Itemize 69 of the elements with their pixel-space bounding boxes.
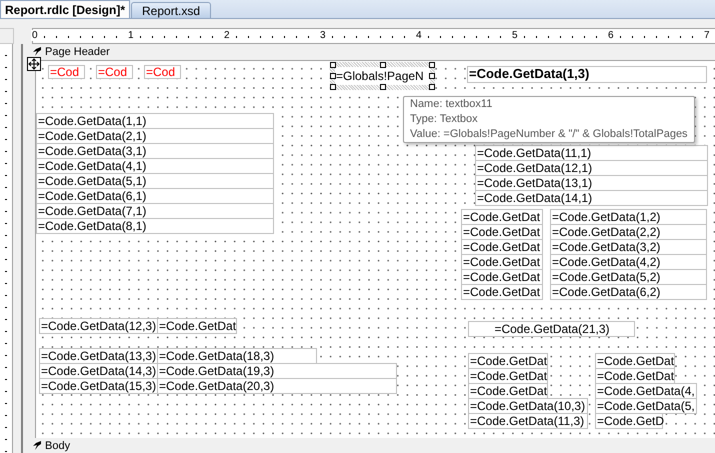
textbox[interactable]: =Cod <box>48 65 85 79</box>
textbox[interactable]: =Code.GetData(4, <box>595 383 697 399</box>
textbox[interactable]: =Code.GetDat <box>595 368 675 384</box>
textbox[interactable]: =Code.GetData(7,1) <box>36 203 274 219</box>
ruler-mark: 5 <box>511 30 519 41</box>
ruler-mark: 7 <box>703 30 711 41</box>
textbox[interactable]: =Code.GetData(3,2) <box>550 239 707 255</box>
textbox[interactable]: =Code.GetData(14,3) <box>39 363 158 379</box>
ruler-mark: 4 <box>415 30 423 41</box>
ruler-mark: 6 <box>607 30 615 41</box>
textbox[interactable]: =Code.GetData(10,3) <box>468 398 588 414</box>
ruler-mark: 2 <box>223 30 231 41</box>
textbox[interactable]: =Code.GetData(11,3) <box>468 413 588 429</box>
textbox[interactable]: =Code.GetDat <box>595 353 675 369</box>
textbox[interactable]: =Code.GetData(3,1) <box>36 143 274 159</box>
tooltip-line: Type: Textbox <box>410 112 479 127</box>
textbox[interactable]: =Cod <box>96 65 133 79</box>
section-label: Page Header <box>45 46 110 58</box>
move-handle-icon[interactable] <box>27 57 41 71</box>
textbox[interactable]: =Code.GetDat <box>461 224 543 240</box>
section-arrow-icon <box>33 47 42 56</box>
resize-handle[interactable] <box>380 62 386 68</box>
textbox[interactable]: =Code.GetData(5,1) <box>36 173 274 189</box>
textbox[interactable]: =Code.GetData(4,2) <box>550 254 707 270</box>
document-tab[interactable]: Report.xsd <box>131 2 212 18</box>
textbox[interactable]: =Code.GetData(1,2) <box>550 209 707 225</box>
textbox[interactable]: =Code.GetDat <box>461 284 543 300</box>
textbox[interactable]: =Code.GetData(1,3) <box>467 66 707 83</box>
textbox[interactable]: =Code.GetData(15,3) <box>39 378 158 394</box>
ruler-mark: 0 <box>31 30 39 41</box>
section-arrow-icon <box>33 441 42 450</box>
textbox[interactable]: =Code.GetDat <box>461 269 543 285</box>
section-label: Body <box>45 440 70 452</box>
textbox[interactable]: =Code.GetData(6,2) <box>550 284 707 300</box>
textbox[interactable]: =Code.GetData(1,1) <box>36 113 274 129</box>
textbox[interactable]: =Cod <box>144 65 181 79</box>
textbox[interactable]: =Code.GetData(6,1) <box>36 188 274 204</box>
ruler-mark: 3 <box>319 30 327 41</box>
textbox[interactable]: =Code.GetData(5,2) <box>550 269 707 285</box>
textbox[interactable]: =Code.GetDat <box>461 209 543 225</box>
textbox[interactable]: =Code.GetData(4,1) <box>36 158 274 174</box>
textbox[interactable]: =Code.GetData(8,1) <box>36 218 274 234</box>
textbox[interactable]: =Code.GetDat <box>157 318 237 334</box>
textbox[interactable]: =Code.GetDat <box>461 254 543 270</box>
tooltip-line: Value: =Globals!PageNumber & "/" & Globals!TotalPages <box>410 127 688 142</box>
ruler-mark: 1 <box>127 30 135 41</box>
textbox[interactable]: =Code.GetData(12,3) <box>39 318 158 334</box>
textbox[interactable]: =Code.GetData(12,1) <box>475 160 708 176</box>
textbox[interactable]: =Code.GetData(18,3) <box>157 348 317 364</box>
selection-frame[interactable]: =Globals!PageN <box>330 62 435 90</box>
textbox[interactable]: =Code.GetData(13,3) <box>39 348 158 364</box>
textbox[interactable]: =Code.GetDat <box>468 368 548 384</box>
resize-handle[interactable] <box>380 84 386 90</box>
textbox[interactable]: =Code.GetDat <box>468 353 548 369</box>
textbox[interactable]: =Globals!PageN <box>336 69 424 83</box>
textbox[interactable]: =Code.GetData(2,2) <box>550 224 707 240</box>
textbox[interactable]: =Code.GetData(13,1) <box>475 175 708 191</box>
textbox[interactable]: =Code.GetData(20,3) <box>157 378 397 394</box>
document-tab[interactable]: Report.rdlc [Design]* <box>0 0 130 18</box>
textbox[interactable]: =Code.GetData(21,3) <box>468 321 635 337</box>
textbox[interactable]: =Code.GetDat <box>461 239 543 255</box>
tooltip-line: Name: textbox11 <box>410 97 494 112</box>
textbox[interactable]: =Code.GetData(2,1) <box>36 128 274 144</box>
textbox[interactable]: =Code.GetData(14,1) <box>475 190 708 206</box>
textbox[interactable]: =Code.GetData(11,1) <box>475 145 708 161</box>
textbox[interactable]: =Code.GetData(5, <box>595 398 697 414</box>
textbox[interactable]: =Code.GetData(19,3) <box>157 363 397 379</box>
textbox[interactable]: =Code.GetDat <box>468 383 548 399</box>
textbox[interactable]: =Code.GetD <box>595 413 663 429</box>
